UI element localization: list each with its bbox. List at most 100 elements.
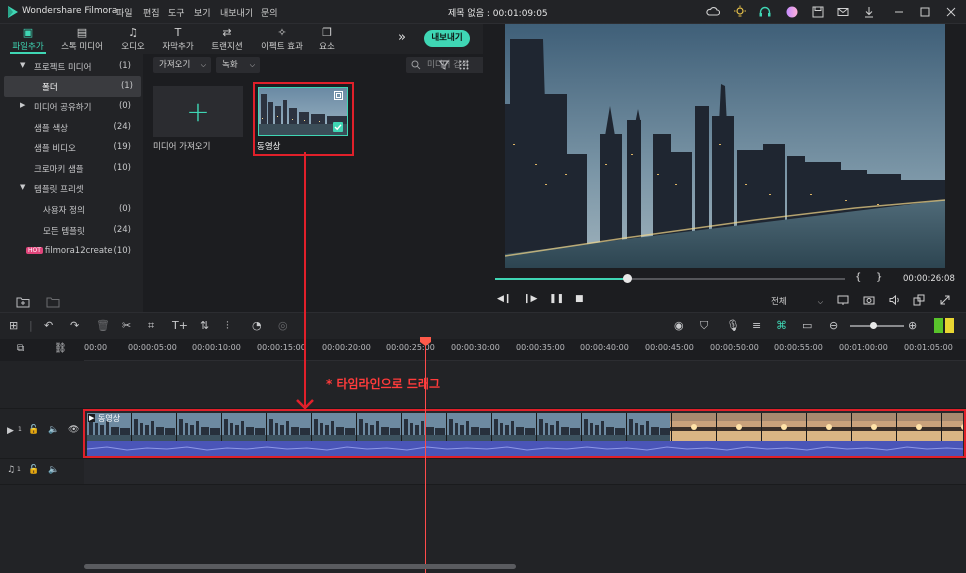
zoom-out-icon[interactable]: ⊖ (829, 319, 838, 333)
folder-icon[interactable] (46, 296, 60, 308)
menu-file[interactable]: 파일 (116, 6, 133, 19)
music-track-icon: ♫ (7, 465, 16, 475)
sidebar-item-sample-videos[interactable]: 샘플 비디오 (19) (0, 137, 143, 158)
export-button[interactable]: 내보내기 (424, 30, 470, 47)
import-dropdown[interactable]: 가져오기 ⌵ (153, 57, 211, 73)
more-tabs-icon[interactable]: » (398, 30, 406, 45)
empty-track[interactable] (84, 361, 966, 409)
sidebar-item-all-templates[interactable]: 모든 템플릿 (24) (0, 220, 143, 241)
zoom-slider-handle[interactable] (870, 322, 877, 329)
timeline-ruler[interactable]: 00:00 00:00:05:00 00:00:10:00 00:00:15:0… (84, 339, 966, 361)
microphone-icon[interactable]: 🎙 (726, 319, 740, 333)
media-sidebar: ▼ 프로젝트 미디어 (1) 폴더 (1) ▶ 미디어 공유하기 (0) 샘플 색상 (24… (0, 54, 143, 294)
mark-in-icon[interactable]: { (855, 272, 861, 283)
monitor-icon[interactable] (837, 294, 849, 306)
checkbox-checked-icon[interactable] (333, 122, 343, 132)
preview-seek-handle[interactable] (623, 274, 632, 283)
sidebar-item-sample-colors[interactable]: 샘플 색상 (24) (0, 117, 143, 138)
lock-icon[interactable]: 🔓 (28, 465, 39, 475)
menu-tools[interactable]: 도구 (168, 6, 185, 19)
audio-track[interactable] (84, 459, 966, 485)
timeline-scrollbar[interactable] (84, 564, 516, 569)
next-frame-icon[interactable]: ❙▶ (523, 294, 537, 304)
crop-icon[interactable] (913, 294, 925, 306)
grid-view-icon[interactable] (459, 60, 469, 70)
tab-stock-media[interactable]: ▤ 스톡 미디어 (54, 24, 110, 54)
volume-icon[interactable] (889, 294, 901, 306)
sidebar-item-folder[interactable]: 폴더 (1) (4, 76, 141, 97)
redo-icon[interactable]: ↷ (70, 319, 79, 333)
headset-icon[interactable] (758, 5, 772, 19)
sidebar-item-filmora12create[interactable]: HOT filmora12create (10) (0, 241, 143, 262)
close-icon[interactable] (944, 5, 958, 19)
tab-titles[interactable]: T 자막추가 (150, 24, 206, 54)
snap-icon[interactable]: ⌘ (776, 319, 787, 333)
effects-icon: ✧ (277, 26, 287, 39)
minimize-icon[interactable] (892, 5, 906, 19)
sidebar-item-shared-media[interactable]: ▶ 미디어 공유하기 (0) (0, 96, 143, 117)
chevron-down-icon: ⌵ (817, 298, 823, 306)
sidebar-item-custom[interactable]: 사용자 정의 (0) (0, 199, 143, 220)
record-dropdown[interactable]: 녹화 ⌵ (216, 57, 260, 73)
zoom-slider-track[interactable] (850, 325, 904, 327)
add-track-icon[interactable]: ⧉ (17, 342, 24, 356)
pause-icon[interactable]: ❚❚ (549, 294, 564, 304)
menu-view[interactable]: 보기 (194, 6, 211, 19)
tab-elements[interactable]: ❐ 요소 (304, 24, 350, 54)
track-number: 1 (17, 466, 21, 473)
layout-icon[interactable]: ⊞ (9, 319, 18, 333)
menu-export[interactable]: 내보내기 (220, 6, 253, 19)
tab-import[interactable]: ▣ 파일추가 (0, 24, 56, 54)
add-text-icon[interactable]: T+ (172, 319, 188, 333)
media-clip-thumbnail[interactable] (258, 87, 348, 136)
menu-edit[interactable]: 편집 (143, 6, 160, 19)
tag-icon[interactable]: ⌗ (148, 319, 154, 333)
import-media-tile[interactable]: + (153, 86, 243, 137)
previous-frame-icon[interactable]: ◀❙ (497, 294, 511, 304)
undo-icon[interactable]: ↶ (44, 319, 53, 333)
eye-icon[interactable]: 👁 (68, 425, 79, 435)
tab-effects[interactable]: ✧ 이펙트 효과 (253, 24, 311, 54)
expand-icon[interactable] (334, 91, 343, 100)
shield-icon[interactable]: ⛉ (700, 319, 708, 333)
preview-timecode: 00:00:26:08 (903, 274, 955, 284)
sidebar-item-count: (0) (118, 101, 131, 111)
maximize-icon[interactable] (918, 5, 932, 19)
new-folder-icon[interactable] (16, 296, 30, 308)
sidebar-item-chroma-samples[interactable]: 크로마키 샘플 (10) (0, 158, 143, 179)
mute-icon[interactable]: 🔈 (48, 465, 59, 475)
sidebar-item-template-presets[interactable]: ▼ 템플릿 프리셋 (0, 178, 143, 199)
playlist-icon[interactable]: ≡ (752, 319, 761, 333)
fullscreen-icon[interactable] (939, 294, 951, 306)
link-icon[interactable]: ⛓ (54, 342, 67, 356)
audio-wave-icon[interactable]: ⫶ (226, 319, 229, 333)
render-icon[interactable]: ◉ (674, 319, 684, 333)
expand-icon: ▼ (20, 183, 26, 191)
subtitle-icon[interactable]: ▭ (802, 319, 812, 333)
cloud-icon[interactable] (706, 5, 720, 19)
timeline-empty-area[interactable] (84, 485, 966, 573)
preview-panel: { } 00:00:26:08 ◀❙ ❙▶ ❚❚ ■ 전체 ⌵ (483, 24, 966, 312)
mark-out-icon[interactable]: } (876, 272, 882, 283)
menu-help[interactable]: 문의 (261, 6, 278, 19)
avatar-icon[interactable] (785, 5, 799, 19)
lock-icon[interactable]: 🔓 (28, 425, 39, 435)
filter-icon[interactable] (439, 60, 449, 70)
bulb-icon[interactable] (733, 5, 747, 19)
tab-transitions[interactable]: ⇄ 트랜지션 (199, 24, 255, 54)
zoom-in-icon[interactable]: ⊕ (908, 319, 917, 333)
adjust-icon[interactable]: ⇅ (200, 319, 209, 333)
stabilize-icon[interactable]: ◎ (278, 319, 288, 333)
delete-icon[interactable]: 🗑 (96, 319, 110, 333)
cut-icon[interactable]: ✂ (122, 319, 131, 333)
preview-quality-dropdown[interactable]: 전체 ⌵ (771, 294, 827, 310)
mail-icon[interactable] (836, 5, 850, 19)
audio-meter-icon[interactable] (934, 318, 954, 333)
stop-icon[interactable]: ■ (575, 294, 584, 304)
save-icon[interactable] (811, 5, 825, 19)
mute-icon[interactable]: 🔈 (48, 425, 59, 435)
sidebar-item-project-media[interactable]: ▼ 프로젝트 미디어 (1) (0, 56, 143, 77)
speed-icon[interactable]: ◔ (252, 319, 262, 333)
camera-icon[interactable] (863, 294, 875, 306)
download-icon[interactable] (862, 5, 876, 19)
